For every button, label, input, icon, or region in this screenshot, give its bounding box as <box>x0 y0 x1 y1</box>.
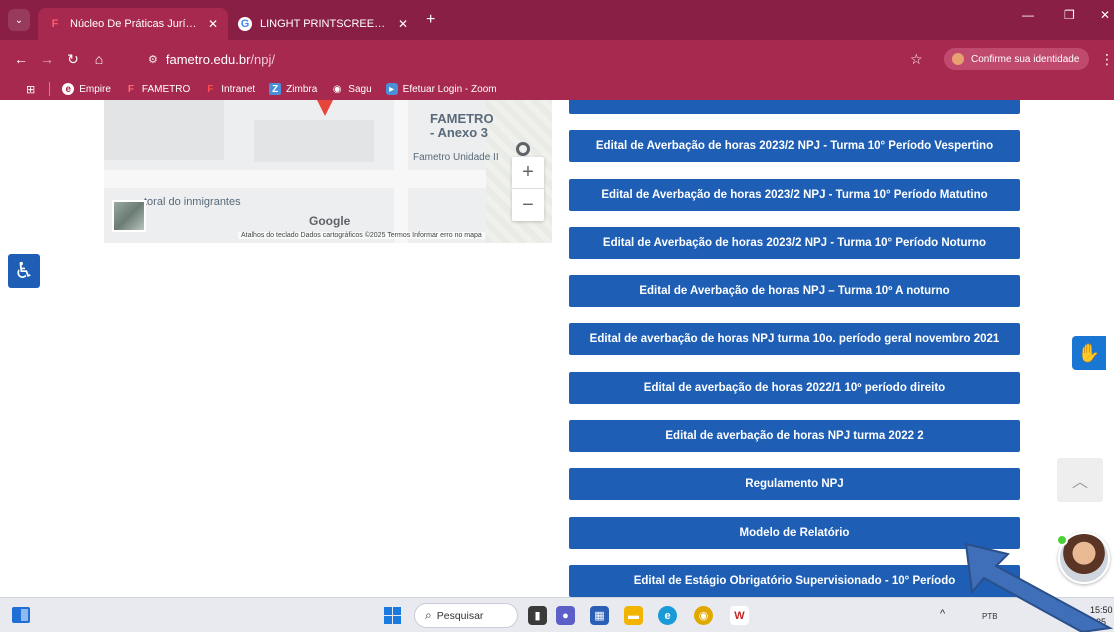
bookmarks-bar: ⊞ e Empire F FAMETRO F Intranet Z Zimbra… <box>0 78 1114 100</box>
map-label: FAMETRO <box>430 111 494 126</box>
windows-taskbar: ⌕ Pesquisar ▮ ● ▦ ▬ e ◉ W ^ PTB 15:50 0/… <box>0 597 1114 632</box>
widgets-icon[interactable] <box>12 607 30 623</box>
bookmark-label: Empire <box>79 83 111 95</box>
street-view-thumbnail[interactable] <box>112 200 146 232</box>
map-block <box>104 100 224 160</box>
profile-button[interactable]: Confirme sua identidade <box>944 48 1090 70</box>
intranet-icon: F <box>207 83 214 95</box>
edital-button[interactable]: Edital de Averbação de horas 2023/2 NPJ … <box>569 226 1020 259</box>
map-label: toral do inmigrantes <box>144 196 241 208</box>
teams-chat-icon[interactable]: ● <box>556 606 575 625</box>
apps-grid-icon[interactable]: ⊞ <box>26 83 35 96</box>
map-road <box>104 170 552 188</box>
bookmark-fametro[interactable]: F FAMETRO <box>125 83 190 95</box>
bookmark-sagu[interactable]: ◉ Sagu <box>331 83 372 95</box>
map-attribution[interactable]: Atalhos do teclado Dados cartográficos ©… <box>238 232 485 239</box>
edital-button[interactable]: Edital de Averbação de horas 2023/2 NPJ … <box>569 178 1020 211</box>
edital-button[interactable]: Edital de Averbação de horas NPJ – Turma… <box>569 275 1020 308</box>
taskbar-search-input[interactable]: ⌕ Pesquisar <box>414 603 518 628</box>
bookmark-label: Sagu <box>348 83 372 95</box>
tab-npj[interactable]: F Núcleo De Práticas Jurídicas – N ✕ <box>38 8 228 40</box>
file-explorer-icon[interactable]: ▬ <box>624 606 643 625</box>
task-view-icon[interactable]: ▮ <box>528 606 547 625</box>
zoom-out-button[interactable]: − <box>512 189 544 221</box>
url-path: /npj/ <box>250 51 275 67</box>
edge-browser-icon[interactable]: e <box>658 606 677 625</box>
edital-button[interactable] <box>569 100 1020 114</box>
tab-title: Núcleo De Práticas Jurídicas – N <box>70 18 202 30</box>
map-label: - Anexo 3 <box>430 125 489 140</box>
bookmark-zimbra[interactable]: Z Zimbra <box>269 83 317 95</box>
regulamento-button[interactable]: Regulamento NPJ <box>569 468 1020 501</box>
home-icon[interactable]: ⌂ <box>86 51 112 67</box>
bookmark-zoom[interactable]: ▸ Efetuar Login - Zoom <box>385 83 497 95</box>
reload-icon[interactable]: ↻ <box>60 51 86 68</box>
bookmark-label: Efetuar Login - Zoom <box>402 83 497 95</box>
edital-button[interactable]: Edital de averbação de horas NPJ turma 1… <box>569 323 1020 356</box>
page-content: FAMETRO - Anexo 3 Fametro Unidade II tor… <box>0 100 1114 597</box>
divider <box>49 82 51 96</box>
compass-icon[interactable] <box>516 142 530 156</box>
embedded-map[interactable]: FAMETRO - Anexo 3 Fametro Unidade II tor… <box>104 100 552 243</box>
forward-icon[interactable]: → <box>34 51 60 67</box>
wps-office-icon[interactable]: W <box>730 606 749 625</box>
more-menu-icon[interactable]: ⋮ <box>1100 51 1114 68</box>
sign-language-icon[interactable]: ✋ <box>1072 336 1106 370</box>
map-road <box>394 100 408 243</box>
fametro-icon: F <box>127 83 134 95</box>
google-favicon-icon: G <box>238 17 252 31</box>
close-icon[interactable]: ✕ <box>398 17 408 31</box>
chrome-browser-icon[interactable]: ◉ <box>694 606 713 625</box>
bookmark-label: Zimbra <box>286 83 318 95</box>
map-zoom-control: + − <box>512 157 544 221</box>
back-icon[interactable]: ← <box>8 51 34 67</box>
empire-icon: e <box>62 83 75 95</box>
edital-button[interactable]: Edital de averbação de horas 2022/1 10º … <box>569 371 1020 404</box>
map-pin-icon[interactable] <box>317 100 333 116</box>
windows-start-icon[interactable] <box>384 607 401 624</box>
fametro-favicon-icon: F <box>51 18 59 30</box>
url-field[interactable]: ⚙ fametro.edu.br /npj/ <box>148 46 928 72</box>
map-block <box>254 120 374 162</box>
zimbra-icon: Z <box>269 83 282 95</box>
google-logo: Google <box>309 214 351 228</box>
avatar <box>952 53 964 65</box>
bookmark-label: FAMETRO <box>141 83 191 95</box>
close-icon[interactable]: ✕ <box>208 17 218 31</box>
accessibility-icon[interactable]: ♿ <box>8 254 40 288</box>
url-host: fametro.edu.br <box>165 51 251 67</box>
annotation-arrow <box>964 542 1114 632</box>
zoom-icon: ▸ <box>385 83 398 95</box>
bookmark-intranet[interactable]: F Intranet <box>204 83 255 95</box>
minimize-icon[interactable]: — <box>1022 8 1034 22</box>
new-tab-icon[interactable]: + <box>426 11 435 29</box>
profile-label: Confirme sua identidade <box>971 53 1080 65</box>
sagu-icon: ◉ <box>332 83 342 95</box>
tab-strip: ⌄ F Núcleo De Práticas Jurídicas – N ✕ G… <box>0 0 1114 40</box>
tray-overflow-icon[interactable]: ^ <box>940 608 945 620</box>
search-placeholder: Pesquisar <box>436 609 484 622</box>
annotation-arrow-shape <box>964 542 1114 632</box>
zoom-in-button[interactable]: + <box>512 157 544 189</box>
site-settings-icon[interactable]: ⚙ <box>148 53 158 66</box>
restore-icon[interactable]: ❐ <box>1064 8 1075 22</box>
bookmark-empire[interactable]: e Empire <box>62 83 111 95</box>
map-label: Fametro Unidade II <box>413 152 499 163</box>
close-window-icon[interactable]: ✕ <box>1100 8 1110 22</box>
address-bar: ← → ↻ ⌂ ⚙ fametro.edu.br /npj/ ☆ Confirm… <box>0 40 1114 78</box>
search-icon: ⌕ <box>425 608 432 622</box>
tab-google-search[interactable]: G LINGHT PRINTSCREEN - Pesqui ✕ <box>228 8 418 40</box>
tab-title: LINGHT PRINTSCREEN - Pesqui <box>260 18 392 30</box>
scroll-to-top-button[interactable]: ︿ <box>1057 458 1103 502</box>
bookmark-label: Intranet <box>221 83 256 95</box>
edital-list: Edital de Averbação de horas 2023/2 NPJ … <box>569 100 1020 597</box>
tab-search-chevron-icon[interactable]: ⌄ <box>8 9 30 31</box>
bookmark-star-icon[interactable]: ☆ <box>910 51 923 68</box>
store-icon[interactable]: ▦ <box>590 606 609 625</box>
edital-button[interactable]: Edital de averbação de horas NPJ turma 2… <box>569 420 1020 453</box>
edital-button[interactable]: Edital de Averbação de horas 2023/2 NPJ … <box>569 130 1020 163</box>
